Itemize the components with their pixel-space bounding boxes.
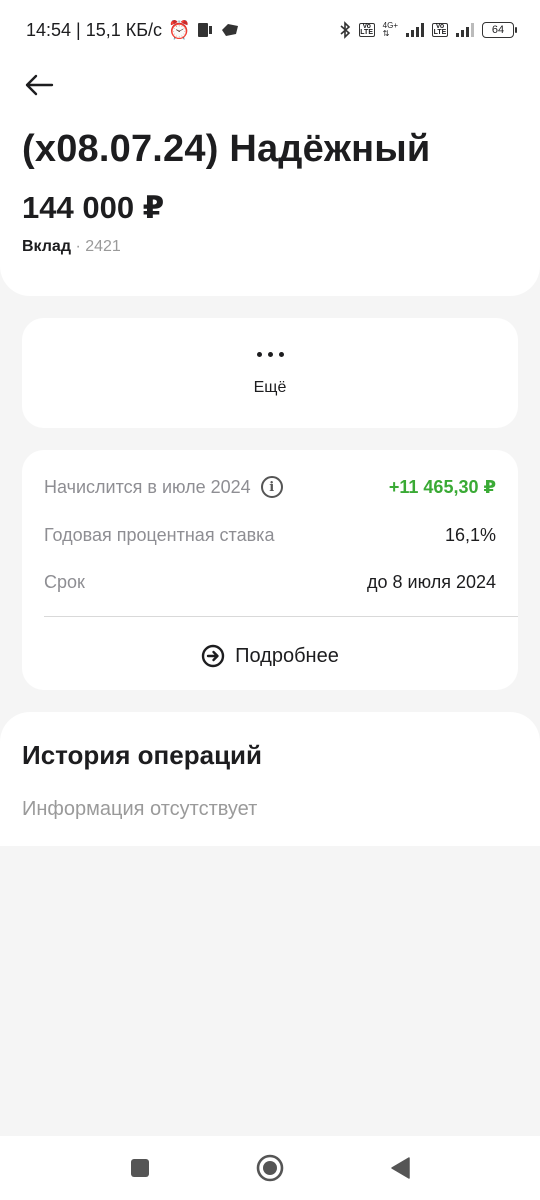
info-icon[interactable]: i [260,476,283,498]
volte-bottom-2: LTE [433,29,447,36]
app-notification-icon [222,24,239,36]
info-row-term: Срок до 8 июля 2024 [44,567,496,597]
nav-recent-button[interactable] [120,1148,160,1188]
system-nav-bar [0,1136,540,1200]
arrow-left-icon [25,74,54,96]
alarm-icon: ⏰ [168,20,191,40]
accrual-label-text: Начислится в июле 2024 [44,476,251,497]
status-left: 14:54 | 15,1 КБ/с ⏰ [26,20,240,41]
ellipsis-icon [256,351,284,357]
battery-level: 64 [491,24,505,36]
info-label-accrual: Начислится в июле 2024 i [44,476,283,498]
volte-icon: Vo LTE [358,23,375,37]
status-right: Vo LTE 4G+ ⇅ Vo LTE 64 [339,21,517,39]
battery-icon: 64 [482,22,517,38]
term-label: Срок [44,571,85,592]
deposit-subtitle: Вклад · 2421 [22,238,121,256]
deposit-header: (x08.07.24) Надёжный 144 000 ₽ Вклад · 2… [0,60,540,296]
history-title: История операций [22,740,263,770]
bluetooth-icon [340,21,350,39]
sim-notification-icon [198,23,213,37]
product-type: Вклад [22,238,71,255]
rate-label: Годовая процентная ставка [44,524,275,545]
operations-history: История операций Информация отсутствует [0,712,540,846]
signal-arrows-icon: ⇅ [382,29,390,38]
signal-icon [406,23,424,37]
details-label: Подробнее [235,644,339,667]
page-title: (x08.07.24) Надёжный [22,128,431,170]
square-icon [131,1159,149,1177]
term-value: до 8 июля 2024 [367,571,496,592]
deposit-info-card: Начислится в июле 2024 i +11 465,30 ₽ Го… [22,450,518,690]
more-button[interactable]: Ещё [22,318,518,428]
rate-value: 16,1% [444,524,496,545]
info-row-rate: Годовая процентная ставка 16,1% [44,520,496,550]
history-empty-text: Информация отсутствует [22,798,258,820]
status-bar: 14:54 | 15,1 КБ/с ⏰ Vo LTE 4G+ ⇅ Vo LTE [0,0,540,60]
volte-bottom: LTE [360,29,373,36]
subtitle-separator: · [75,238,81,255]
volte-icon-2: Vo LTE [432,23,448,37]
triangle-back-icon [391,1157,410,1179]
accrual-value: +11 465,30 ₽ [388,476,496,497]
signal-icon-2 [456,23,474,37]
arrow-right-circle-icon [201,644,225,668]
nav-back-button[interactable] [380,1148,420,1188]
details-button[interactable]: Подробнее [22,636,518,676]
info-row-accrual: Начислится в июле 2024 i +11 465,30 ₽ [44,472,496,502]
info-divider [44,616,518,617]
back-button[interactable] [22,68,56,102]
deposit-amount: 144 000 ₽ [22,190,165,225]
nav-home-button[interactable] [250,1148,290,1188]
more-label: Ещё [253,378,287,396]
status-time: 14:54 | 15,1 КБ/с [26,19,163,40]
account-suffix: 2421 [85,238,121,255]
network-type: 4G+ ⇅ [383,22,398,38]
circle-icon [256,1154,284,1182]
